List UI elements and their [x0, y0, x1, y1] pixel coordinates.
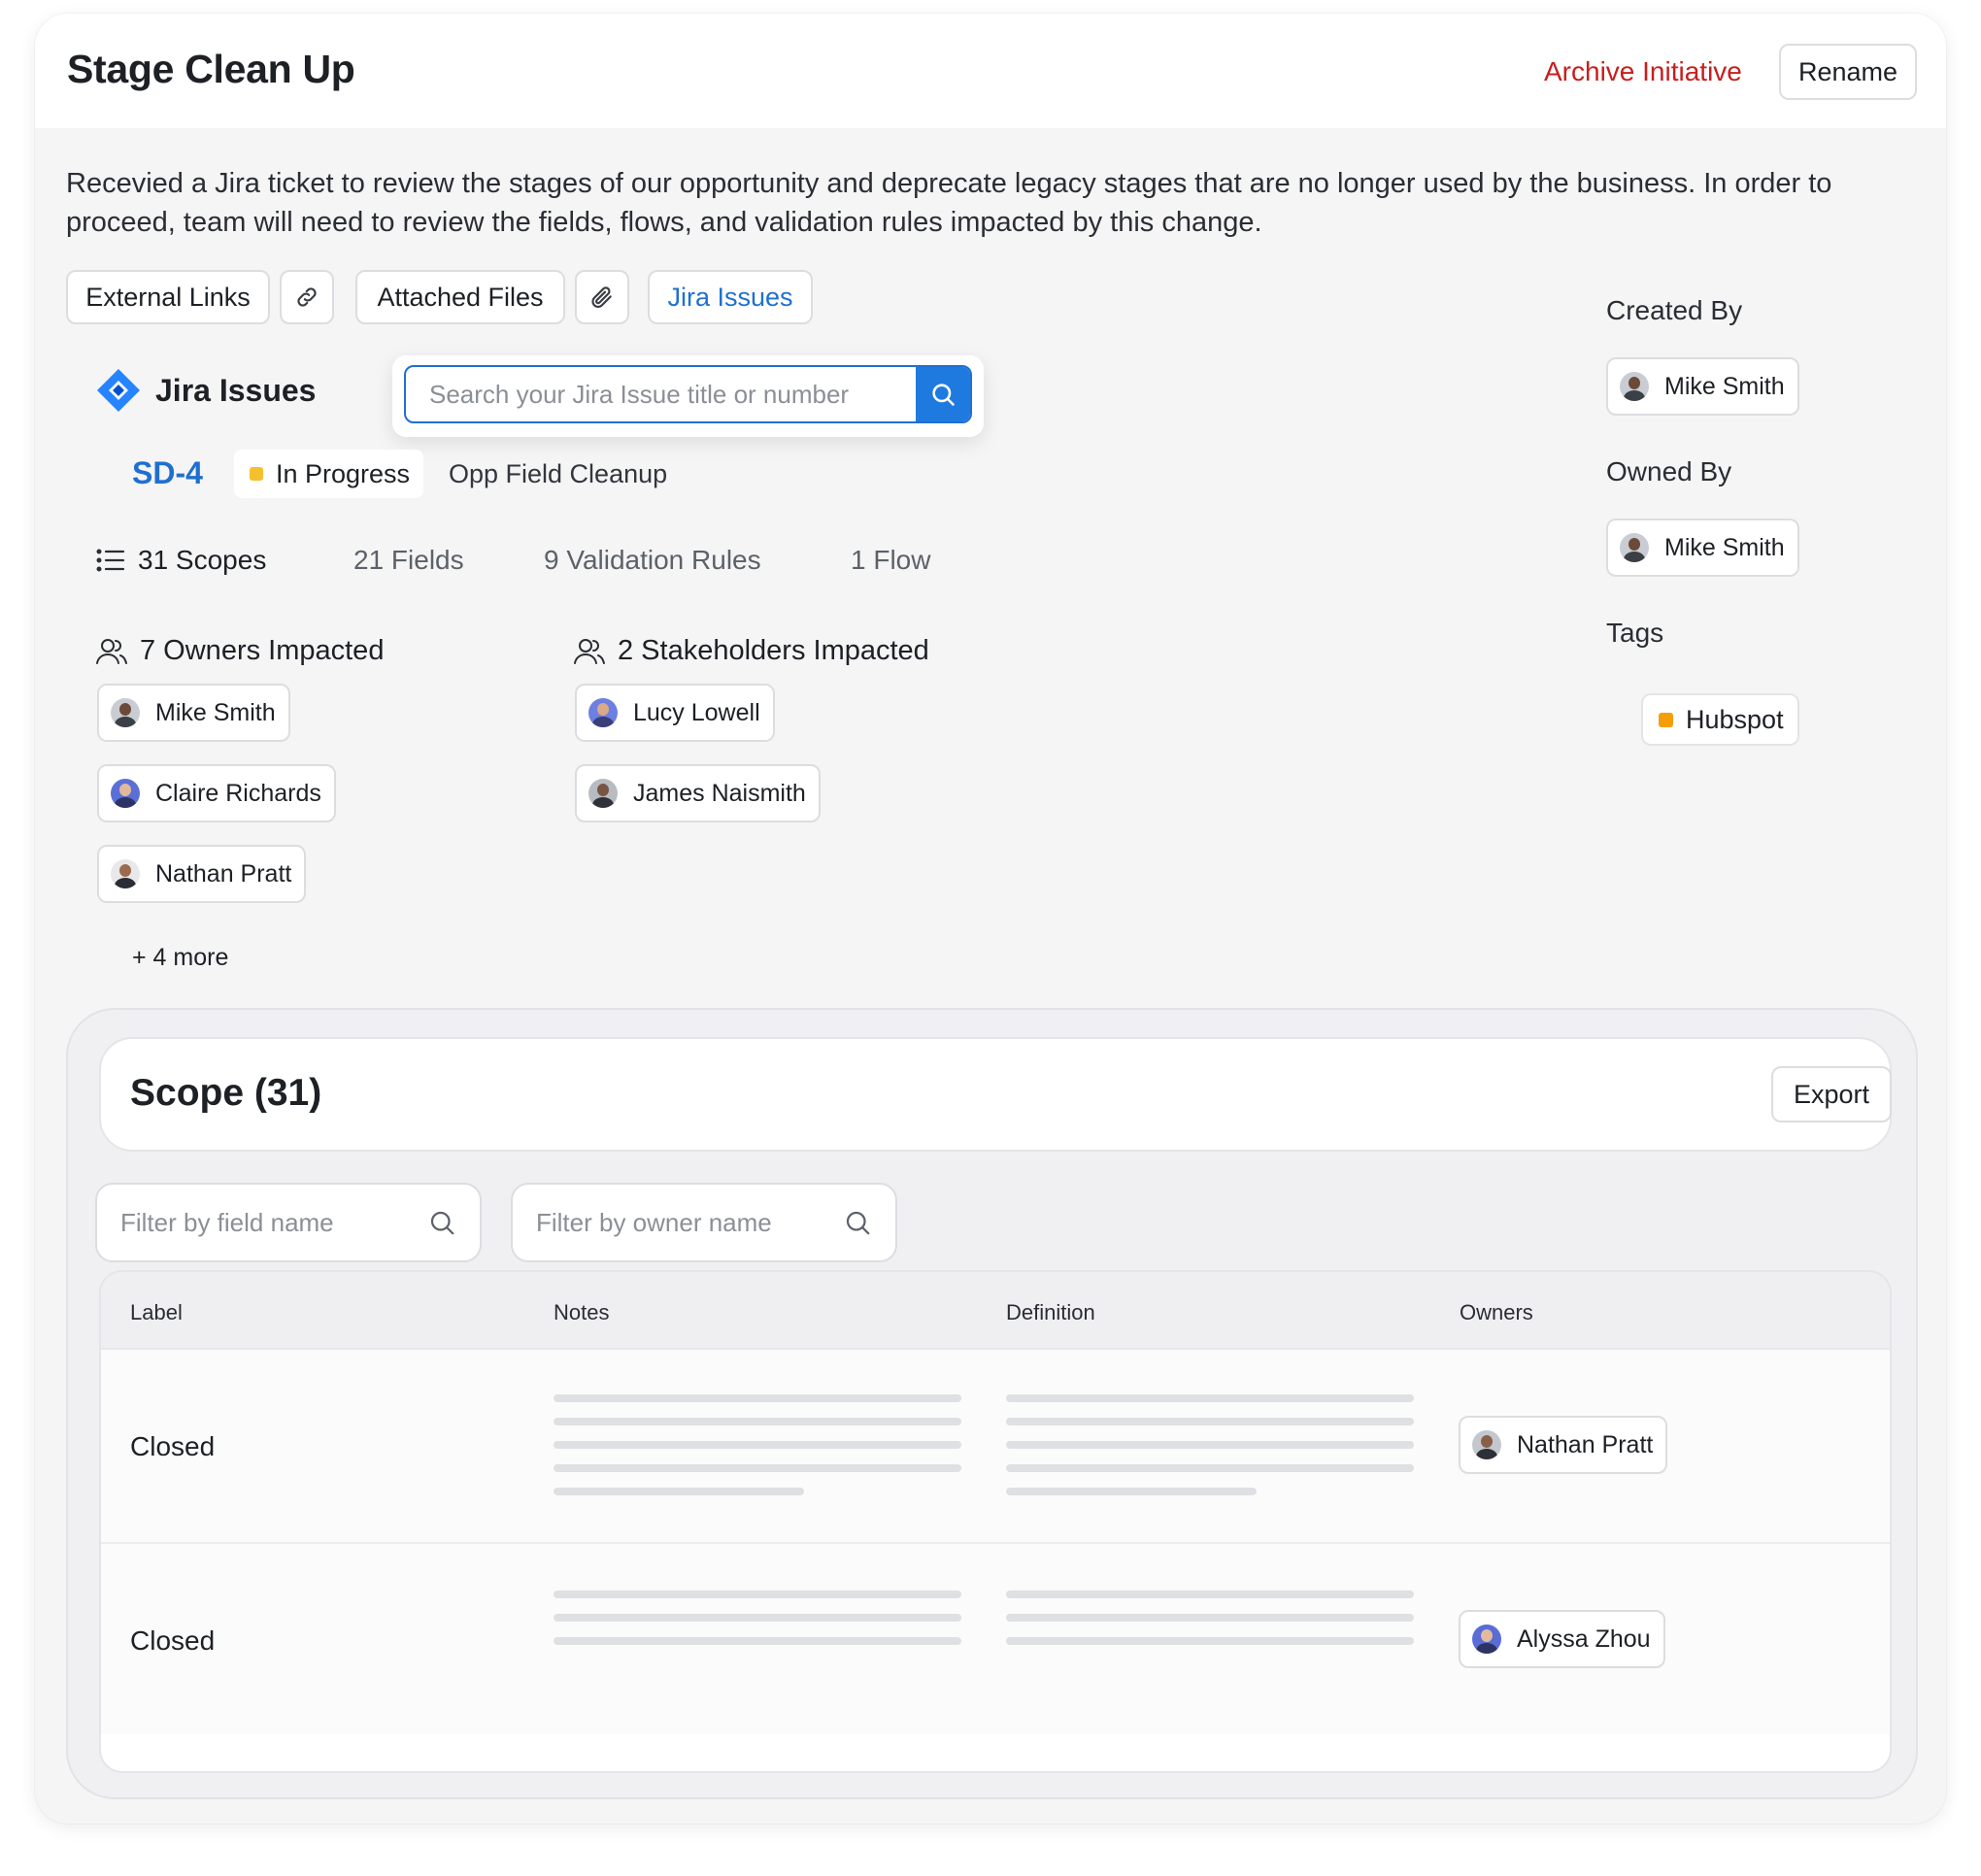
owner-filter-input[interactable] [513, 1185, 833, 1260]
scope-table: Label Notes Definition Owners Closed Nat… [99, 1270, 1892, 1773]
owners-impacted-heading: 7 Owners Impacted [95, 635, 384, 667]
tab-jira-issues[interactable]: Jira Issues [648, 270, 813, 324]
scope-title: Scope (31) [130, 1072, 322, 1114]
jira-search-popover [392, 355, 984, 437]
table-row[interactable]: Closed Alyssa Zhou [101, 1542, 1890, 1734]
row-owner-name: Nathan Pratt [1517, 1430, 1654, 1458]
tab-attached-files[interactable]: Attached Files [355, 270, 565, 324]
avatar [1472, 1430, 1501, 1459]
created-by-chip[interactable]: Mike Smith [1606, 357, 1799, 416]
row-owner-name: Alyssa Zhou [1517, 1625, 1651, 1653]
avatar [1620, 372, 1649, 401]
export-button[interactable]: Export [1771, 1066, 1892, 1122]
status-dot-icon [250, 467, 263, 481]
rename-button[interactable]: Rename [1779, 44, 1917, 100]
scopes-count-label: 31 Scopes [138, 545, 267, 575]
jira-search-input[interactable] [406, 367, 917, 421]
table-row[interactable]: Closed Nathan Pratt [101, 1350, 1890, 1542]
jira-issue-title[interactable]: Opp Field Cleanup [449, 459, 667, 489]
jira-search-field [404, 365, 972, 423]
owner-chip[interactable]: Claire Richards [97, 764, 336, 822]
jira-section-heading: Jira Issues [95, 367, 316, 414]
column-header-owners[interactable]: Owners [1460, 1300, 1533, 1325]
users-icon [96, 638, 127, 664]
avatar [111, 779, 140, 808]
owner-filter [511, 1183, 897, 1262]
initiative-card: Stage Clean Up Archive Initiative Rename… [35, 14, 1946, 1824]
owner-name: Claire Richards [155, 779, 321, 807]
tag-dot-icon [1659, 712, 1673, 727]
row-label: Closed [130, 1431, 216, 1461]
stakeholders-impacted-heading: 2 Stakeholders Impacted [573, 635, 929, 667]
jira-search-button[interactable] [916, 367, 970, 421]
avatar [588, 698, 618, 727]
column-header-label[interactable]: Label [130, 1300, 183, 1325]
stakeholder-name: Lucy Lowell [633, 698, 760, 726]
paperclip-icon [591, 286, 612, 308]
jira-section-title: Jira Issues [155, 372, 317, 408]
column-header-definition[interactable]: Definition [1006, 1300, 1095, 1325]
owner-chip[interactable]: Nathan Pratt [97, 845, 307, 903]
table-header: Label Notes Definition Owners [101, 1272, 1890, 1350]
avatar [111, 698, 140, 727]
validation-rules-count[interactable]: 9 Validation Rules [544, 545, 761, 576]
users-icon [574, 638, 605, 664]
tag-label: Hubspot [1686, 704, 1784, 734]
attach-button[interactable] [575, 270, 629, 324]
stakeholder-chip[interactable]: James Naismith [575, 764, 821, 822]
owner-name: Mike Smith [155, 698, 276, 726]
initiative-title: Stage Clean Up [67, 47, 355, 91]
stakeholders-impacted-label: 2 Stakeholders Impacted [618, 635, 929, 666]
column-header-notes[interactable]: Notes [554, 1300, 609, 1325]
search-icon [846, 1211, 870, 1235]
row-label: Closed [130, 1625, 216, 1656]
owned-by-name: Mike Smith [1664, 533, 1785, 561]
tab-external-links[interactable]: External Links [66, 270, 270, 324]
stakeholder-name: James Naismith [633, 779, 806, 807]
link-icon [297, 287, 317, 307]
owner-chip[interactable]: Mike Smith [97, 684, 290, 742]
issue-status-badge: In Progress [234, 450, 424, 498]
row-owner-chip[interactable]: Alyssa Zhou [1459, 1610, 1665, 1668]
field-filter-input[interactable] [97, 1185, 418, 1260]
owner-name: Nathan Pratt [155, 859, 292, 888]
more-owners-link[interactable]: + 4 more [132, 944, 228, 972]
avatar [1472, 1625, 1501, 1654]
jira-issue-key[interactable]: SD-4 [132, 455, 203, 491]
archive-initiative-link[interactable]: Archive Initiative [1544, 56, 1742, 87]
list-icon [96, 549, 125, 572]
fields-count[interactable]: 21 Fields [353, 545, 464, 576]
stakeholder-chip[interactable]: Lucy Lowell [575, 684, 775, 742]
scopes-count[interactable]: 31 Scopes [95, 545, 266, 576]
owned-by-label: Owned By [1606, 456, 1732, 486]
created-by-label: Created By [1606, 295, 1743, 325]
initiative-description: Recevied a Jira ticket to review the sta… [66, 168, 1832, 238]
initiative-header: Stage Clean Up Archive Initiative Rename [35, 14, 1946, 128]
avatar [1620, 533, 1649, 562]
field-filter [95, 1183, 482, 1262]
link-button[interactable] [280, 270, 334, 324]
avatar [111, 859, 140, 888]
tags-label: Tags [1606, 618, 1664, 648]
row-owner-chip[interactable]: Nathan Pratt [1459, 1416, 1668, 1474]
owned-by-chip[interactable]: Mike Smith [1606, 519, 1799, 577]
created-by-name: Mike Smith [1664, 372, 1785, 400]
owners-impacted-label: 7 Owners Impacted [140, 635, 385, 666]
flows-count[interactable]: 1 Flow [851, 545, 930, 576]
scope-header: Scope (31) Export [99, 1037, 1892, 1152]
jira-logo-icon [97, 369, 140, 412]
search-icon [932, 384, 955, 406]
avatar [588, 779, 618, 808]
issue-status-label: In Progress [276, 458, 411, 488]
search-icon [430, 1211, 454, 1235]
tag-chip[interactable]: Hubspot [1641, 693, 1799, 746]
